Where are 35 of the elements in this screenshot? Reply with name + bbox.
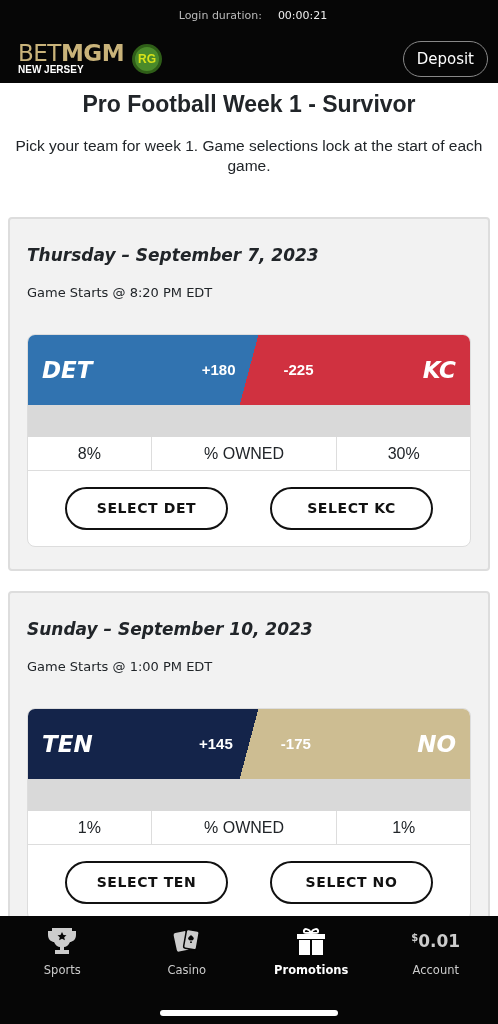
select-team-button[interactable]: SELECT NO [270, 861, 433, 905]
game-date: Sunday – September 10, 2023 [27, 618, 314, 642]
page-title: Pro Football Week 1 - Survivor [81, 90, 417, 119]
moneyline-odds: +180 [201, 360, 236, 381]
team-abbreviation: KC [422, 356, 456, 386]
game-start-time: Game Starts @ 8:20 PM EDT [27, 283, 214, 302]
gift-icon [296, 926, 327, 956]
ownership-percent: 1% [28, 811, 152, 845]
account-balance: $0.01 [411, 932, 461, 950]
select-team-button[interactable]: SELECT KC [270, 487, 433, 531]
nav-tab[interactable]: $0.01 Account [385, 916, 486, 981]
moneyline-odds: -175 [280, 734, 311, 755]
team-abbreviation: DET [42, 356, 93, 386]
ownership-percent: 8% [28, 437, 152, 471]
login-duration-time: 00:00:21 [277, 8, 328, 24]
select-team-button[interactable]: SELECT DET [65, 487, 228, 531]
ownership-label: % OWNED [151, 811, 338, 845]
moneyline-odds: -225 [283, 360, 314, 381]
nav-tab[interactable]: Sports [12, 916, 113, 981]
region-label: NEW JERSEY [18, 65, 85, 76]
ownership-percent: 1% [391, 817, 417, 838]
game-start-time: Game Starts @ 1:00 PM EDT [27, 657, 214, 676]
team-abbreviation: NO [417, 730, 456, 760]
team-abbreviation: TEN [42, 730, 93, 760]
nav-tab[interactable]: Promotions [261, 916, 362, 981]
game-date: Thursday – September 7, 2023 [27, 244, 320, 268]
ownership-label: % OWNED [151, 437, 338, 471]
trophy-icon [47, 926, 78, 956]
brand-logo: BETMGM [18, 42, 125, 66]
moneyline-odds: +145 [199, 734, 233, 755]
select-team-button[interactable]: SELECT TEN [65, 861, 228, 905]
nav-tab[interactable]: Casino [136, 916, 237, 981]
ownership-percent: 30% [386, 443, 421, 464]
instructions-text: Pick your team for week 1. Game selections lock at the start of each game. [14, 135, 484, 177]
login-duration-label: Login duration: [178, 8, 262, 24]
